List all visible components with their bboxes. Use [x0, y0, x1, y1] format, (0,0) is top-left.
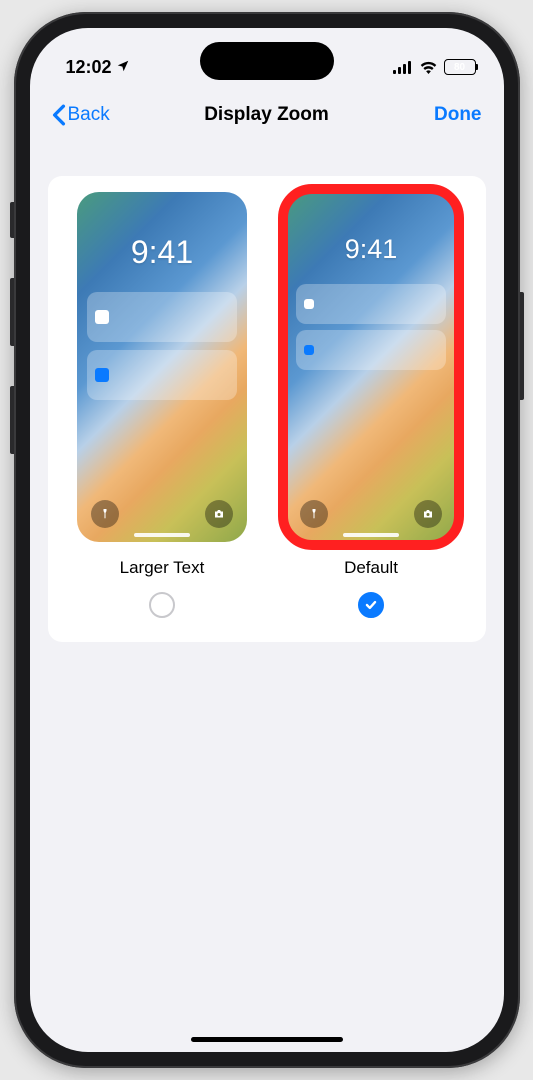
option-label-larger: Larger Text [120, 558, 205, 578]
back-label: Back [68, 104, 110, 126]
radio-larger-text[interactable] [149, 592, 175, 618]
flashlight-icon [91, 500, 119, 528]
nav-bar: Back Display Zoom Done [30, 88, 504, 136]
iphone-frame: 12:02 [14, 12, 520, 1068]
wifi-icon [419, 60, 438, 74]
option-default[interactable]: 9:41 [267, 192, 476, 618]
preview-time-larger: 9:41 [77, 234, 247, 271]
back-button[interactable]: Back [52, 104, 110, 126]
done-button[interactable]: Done [434, 104, 482, 126]
status-time: 12:02 [66, 57, 112, 78]
dynamic-island [200, 42, 334, 80]
location-icon [116, 57, 130, 78]
checkmark-icon [364, 598, 378, 612]
battery-percent: 80 [454, 62, 465, 73]
option-label-default: Default [344, 558, 398, 578]
home-indicator[interactable] [191, 1037, 343, 1042]
screen: 12:02 [30, 28, 504, 1052]
camera-icon [205, 500, 233, 528]
option-larger-text[interactable]: 9:41 [58, 192, 267, 618]
annotation-highlight [278, 184, 464, 550]
battery-icon: 80 [444, 59, 476, 75]
preview-larger-text: 9:41 [77, 192, 247, 542]
cellular-signal-icon [393, 61, 413, 74]
zoom-options-card: 9:41 [48, 176, 486, 642]
radio-default[interactable] [358, 592, 384, 618]
page-title: Display Zoom [204, 104, 329, 126]
preview-default: 9:41 [286, 192, 456, 542]
